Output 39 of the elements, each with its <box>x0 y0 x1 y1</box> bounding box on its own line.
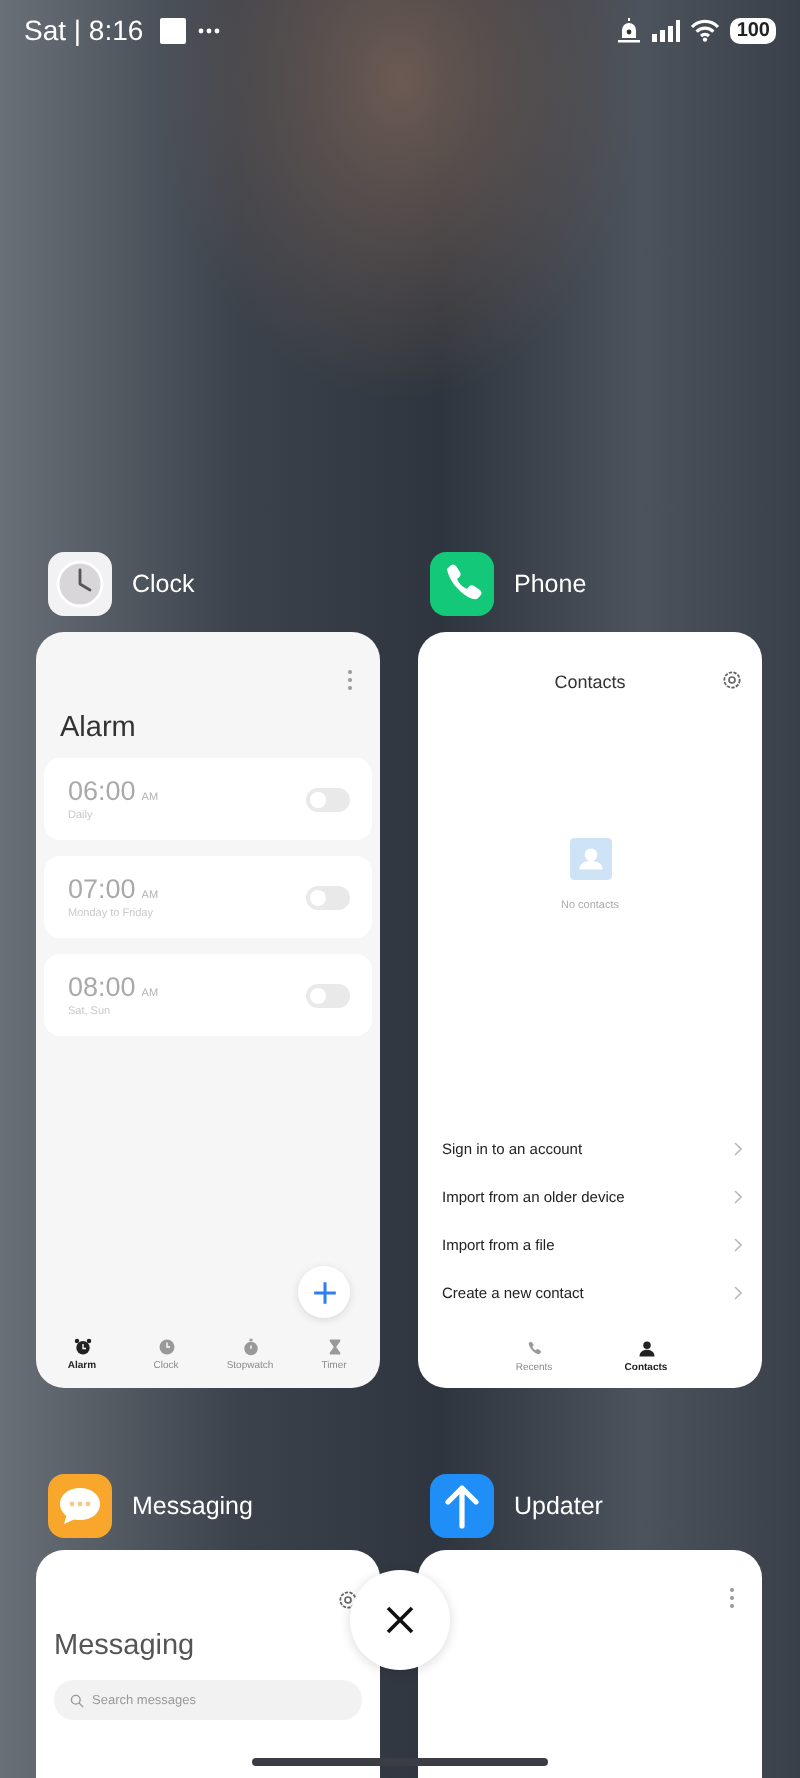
chevron-right-icon <box>734 1141 742 1155</box>
battery-level: 100 <box>730 17 776 43</box>
wifi-icon <box>690 18 721 42</box>
clock-app-icon[interactable] <box>48 552 112 616</box>
phone-app-icon[interactable] <box>430 552 494 616</box>
add-alarm-button[interactable] <box>298 1266 350 1318</box>
app-name: Updater <box>514 1492 603 1520</box>
person-icon <box>637 1340 655 1358</box>
screen-title: Alarm <box>60 712 138 744</box>
screen-title: Contacts <box>554 672 626 692</box>
settings-icon[interactable] <box>338 1590 358 1610</box>
settings-icon[interactable] <box>722 670 742 690</box>
hourglass-icon <box>325 1338 343 1356</box>
more-options-icon[interactable] <box>346 668 354 692</box>
signal-icon <box>652 19 681 41</box>
chevron-right-icon <box>734 1237 742 1251</box>
alarm-time: 07:00 <box>68 874 136 904</box>
stopwatch-icon <box>241 1338 259 1356</box>
app-name: Clock <box>132 570 195 598</box>
phone-icon <box>525 1340 543 1358</box>
status-time: Sat | 8:16 <box>24 14 144 46</box>
alarm-clock-icon <box>73 1338 91 1356</box>
chevron-right-icon <box>734 1189 742 1203</box>
alarm-time: 06:00 <box>68 776 136 806</box>
alarm-bell-icon <box>616 17 643 43</box>
close-icon <box>386 1606 414 1634</box>
chevron-right-icon <box>734 1285 742 1299</box>
app-name: Messaging <box>132 1492 253 1520</box>
plus-icon <box>311 1279 337 1305</box>
up-arrow-app-icon[interactable] <box>430 1474 494 1538</box>
app-name: Phone <box>514 570 587 598</box>
contact-placeholder-icon <box>569 838 611 880</box>
alarm-time: 08:00 <box>68 972 136 1002</box>
screen-title: Messaging <box>54 1630 197 1662</box>
more-notifications-icon <box>197 27 220 33</box>
clock-icon <box>157 1338 175 1356</box>
message-bubble-app-icon[interactable] <box>48 1474 112 1538</box>
notification-icon <box>159 17 186 43</box>
more-options-icon[interactable] <box>728 1586 736 1610</box>
